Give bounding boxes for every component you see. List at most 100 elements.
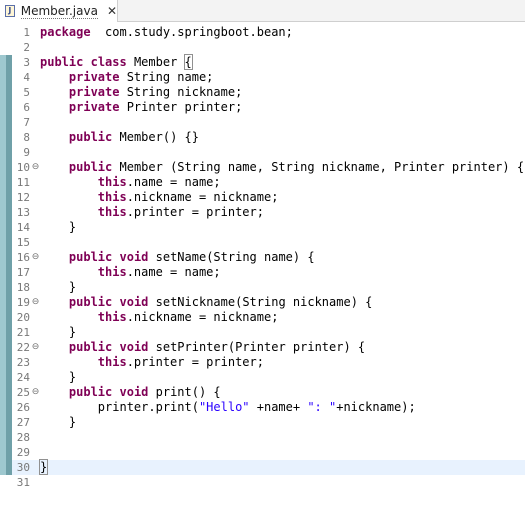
- line-number: 3: [23, 56, 30, 69]
- line-number: 16: [16, 251, 30, 264]
- line-number: 5: [23, 86, 30, 99]
- code-token: .name = name;: [126, 175, 221, 189]
- code-token: }: [40, 220, 77, 234]
- code-token: }: [40, 370, 77, 384]
- code-token: Printer printer;: [119, 100, 243, 114]
- code-line[interactable]: 12 this.nickname = nickname;: [0, 190, 525, 205]
- code-line[interactable]: 4 private String name;: [0, 70, 525, 85]
- code-line[interactable]: 20 this.nickname = nickname;: [0, 310, 525, 325]
- code-text: public void print() {: [40, 385, 221, 400]
- code-token: }: [40, 325, 77, 339]
- code-line[interactable]: 26 printer.print("Hello" +name+ ": "+nic…: [0, 400, 525, 415]
- line-number: 1: [23, 26, 30, 39]
- code-line[interactable]: 23 this.printer = printer;: [0, 355, 525, 370]
- code-text: this.nickname = nickname;: [40, 310, 279, 325]
- keyword: void: [119, 385, 149, 399]
- text-caret: [47, 460, 49, 473]
- line-number: 2: [23, 41, 30, 54]
- line-number: 26: [16, 401, 30, 414]
- line-number: 15: [16, 236, 30, 249]
- code-token: print() {: [148, 385, 221, 399]
- code-editor[interactable]: 1 package com.study.springboot.bean; 2 3 pub…: [0, 22, 525, 505]
- change-ruler: [0, 40, 6, 55]
- close-icon[interactable]: ✕: [107, 4, 117, 18]
- code-line[interactable]: 2: [0, 40, 525, 55]
- code-line[interactable]: 10 ⊖ public Member (String name, String n…: [0, 160, 525, 175]
- line-number: 13: [16, 206, 30, 219]
- code-line[interactable]: 5 private String nickname;: [0, 85, 525, 100]
- code-line[interactable]: 18 }: [0, 280, 525, 295]
- code-text: public void setPrinter(Printer printer) …: [40, 340, 365, 355]
- code-line[interactable]: 11 this.name = name;: [0, 175, 525, 190]
- code-text: }: [40, 280, 76, 295]
- code-line[interactable]: 22 ⊖ public void setPrinter(Printer print…: [0, 340, 525, 355]
- code-line[interactable]: 13 this.printer = printer;: [0, 205, 525, 220]
- code-line[interactable]: 15: [0, 235, 525, 250]
- line-number: 12: [16, 191, 30, 204]
- code-text: private String name;: [40, 70, 214, 85]
- keyword: public: [68, 295, 113, 309]
- code-line[interactable]: 28: [0, 430, 525, 445]
- keyword: public: [68, 250, 113, 264]
- code-line[interactable]: 14 }: [0, 220, 525, 235]
- code-text: this.name = name;: [40, 265, 221, 280]
- code-line[interactable]: 9: [0, 145, 525, 160]
- line-number: 17: [16, 266, 30, 279]
- line-number: 23: [16, 356, 30, 369]
- keyword: this: [97, 355, 127, 369]
- change-ruler: [0, 475, 6, 490]
- line-number: 27: [16, 416, 30, 429]
- fold-collapse-icon[interactable]: ⊖: [31, 163, 40, 172]
- code-line[interactable]: 3 public class Member {: [0, 54, 525, 70]
- keyword: public: [68, 130, 113, 144]
- tab-member-java[interactable]: J Member.java ✕: [0, 0, 118, 22]
- code-line[interactable]: 25 ⊖ public void print() {: [0, 385, 525, 400]
- code-line[interactable]: 21 }: [0, 325, 525, 340]
- code-line[interactable]: 1 package com.study.springboot.bean;: [0, 25, 525, 40]
- fold-collapse-icon[interactable]: ⊖: [31, 298, 40, 307]
- line-number: 10: [16, 161, 30, 174]
- matched-bracket: {: [183, 54, 193, 70]
- code-line[interactable]: 17 this.name = name;: [0, 265, 525, 280]
- keyword: private: [68, 100, 120, 114]
- keyword: this: [97, 265, 127, 279]
- current-code-line[interactable]: 30}: [0, 459, 525, 475]
- fold-collapse-icon[interactable]: ⊖: [31, 253, 40, 262]
- fold-collapse-icon[interactable]: ⊖: [31, 388, 40, 397]
- java-file-icon: J: [5, 5, 15, 17]
- code-token: Member (String name, String nickname, Pr…: [112, 160, 525, 174]
- line-number: 18: [16, 281, 30, 294]
- code-token: Member: [126, 55, 185, 69]
- fold-collapse-icon[interactable]: ⊖: [31, 343, 40, 352]
- line-number: 9: [23, 146, 30, 159]
- string-literal: ": ": [307, 400, 337, 414]
- line-number: 24: [16, 371, 30, 384]
- change-ruler: [0, 25, 6, 40]
- code-line[interactable]: 29: [0, 445, 525, 460]
- code-line[interactable]: 31: [0, 475, 525, 490]
- code-line[interactable]: 8 public Member() {}: [0, 130, 525, 145]
- code-text: }: [40, 325, 76, 340]
- code-line[interactable]: 6 private Printer printer;: [0, 100, 525, 115]
- code-token: +nickname);: [336, 400, 416, 414]
- code-line[interactable]: 24 }: [0, 370, 525, 385]
- line-number: 29: [16, 446, 30, 459]
- code-line[interactable]: 7: [0, 115, 525, 130]
- line-number: 19: [16, 296, 30, 309]
- code-text: public Member() {}: [40, 130, 199, 145]
- code-line[interactable]: 16 ⊖ public void setName(String name) {: [0, 250, 525, 265]
- code-line[interactable]: 27 }: [0, 415, 525, 430]
- code-line[interactable]: 19 ⊖ public void setNickname(String nickn…: [0, 295, 525, 310]
